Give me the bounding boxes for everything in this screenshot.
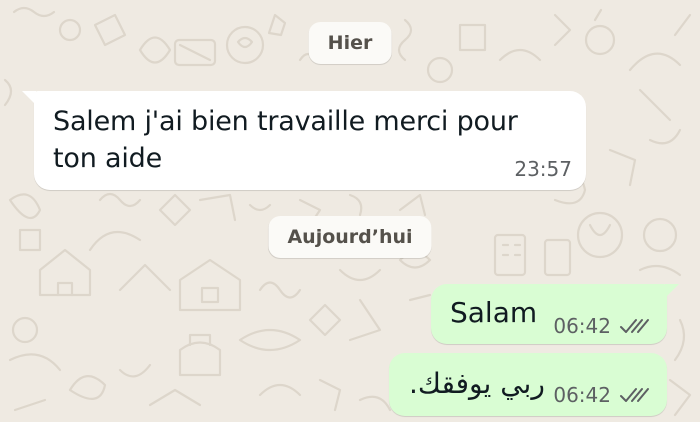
message-time: 23:57 (514, 157, 572, 181)
message-text: Salam (450, 296, 538, 329)
chat-conversation: Hier Salem j'ai bien travaille merci pou… (0, 0, 700, 422)
message-time: 06:42 (553, 383, 611, 407)
incoming-message-bubble[interactable]: Salem j'ai bien travaille merci pour ton… (22, 91, 586, 190)
date-separator-yesterday: Hier (308, 22, 392, 64)
date-separator-today: Aujourd’hui (268, 216, 432, 258)
outgoing-message-bubble[interactable]: Salam 06:42 (431, 284, 679, 344)
double-check-icon (620, 319, 649, 333)
message-time: 06:42 (553, 314, 611, 338)
bubble-tail (665, 284, 679, 298)
message-meta: 06:42 (553, 314, 651, 338)
double-check-icon (620, 388, 649, 402)
message-meta: 06:42 (553, 383, 651, 407)
bubble-tail (22, 91, 36, 105)
message-text: Salem j'ai bien travaille merci pour ton… (53, 106, 518, 174)
outgoing-message-bubble[interactable]: ربي يوفقك. 06:42 (389, 353, 667, 416)
message-text: ربي يوفقك. (409, 367, 545, 400)
